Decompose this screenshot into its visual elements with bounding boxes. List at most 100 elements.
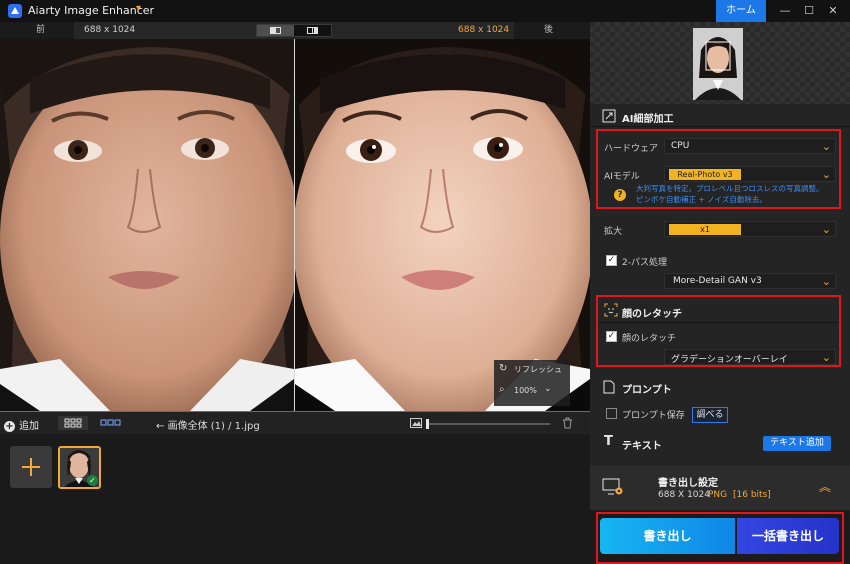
add-icon: +	[4, 421, 15, 432]
file-toolbar: + 追加 ← 画像全体 (1) / 1.jpg	[0, 411, 590, 434]
home-button[interactable]: ホーム	[716, 0, 766, 22]
list-view-button[interactable]	[96, 416, 126, 430]
ai-detail-icon	[602, 109, 616, 123]
chevron-down-icon: ⌄	[821, 140, 831, 153]
title-bar: Aiarty Image Enhancer ▾ ホーム — ☐ ✕	[0, 0, 850, 22]
refresh-label[interactable]: リフレッシュ	[514, 364, 562, 375]
export-format: PNG	[708, 490, 728, 500]
text-icon: T	[604, 434, 613, 449]
breadcrumb-file: 1.jpg	[234, 421, 260, 432]
hardware-label: ハードウェア	[604, 144, 659, 154]
maximize-icon[interactable]: ☐	[800, 2, 818, 20]
thumbnail-size-slider-handle[interactable]	[426, 419, 429, 429]
breadcrumb-root[interactable]: 画像全体 (1)	[168, 421, 225, 432]
chevron-down-icon: ⌄	[821, 275, 831, 288]
prompt-section-title: プロンプト	[622, 385, 672, 396]
two-pass-model-select[interactable]: More-Detail GAN v3 ⌄	[664, 273, 836, 289]
grid-view-button[interactable]	[58, 416, 88, 430]
add-image-button[interactable]: + 追加	[4, 417, 39, 432]
two-pass-checkbox[interactable]: ✓	[606, 255, 617, 266]
chevron-down-icon: ⌄	[821, 351, 831, 364]
list-view-icon	[100, 419, 121, 426]
export-actions: 書き出し 一括書き出し	[590, 510, 850, 564]
face-retouch-label: 顔のレタッチ	[622, 334, 677, 344]
two-pass-label: 2-パス処理	[622, 258, 667, 268]
face-retouch-checkbox[interactable]: ✓	[606, 331, 617, 342]
face-retouch-mode-select[interactable]: グラデーションオーバーレイ ⌄	[664, 349, 836, 365]
ai-model-pill: Real-Photo v3	[669, 169, 741, 180]
thumbnail-size-slider[interactable]	[426, 423, 550, 425]
scale-select[interactable]: x1 ⌄	[664, 221, 836, 237]
after-label: 後	[514, 22, 590, 39]
export-settings[interactable]: 書き出し設定 688 X 1024 PNG [16 bits] ︽	[590, 466, 850, 510]
single-view-button[interactable]	[257, 25, 294, 36]
section-divider	[590, 126, 850, 127]
face-retouch-mode-value: グラデーションオーバーレイ	[671, 355, 788, 365]
two-pass-model-value: More-Detail GAN v3	[673, 276, 762, 286]
image-preview[interactable]	[0, 39, 590, 411]
add-label: 追加	[19, 421, 39, 432]
hardware-value: CPU	[671, 141, 690, 151]
ai-section-title: AI細部加工	[622, 114, 674, 125]
face-section-title: 顔のレタッチ	[622, 309, 682, 320]
thumbnail-list: ✓	[0, 434, 590, 564]
collapse-chevrons-icon[interactable]: ︽	[819, 478, 831, 495]
ai-model-help-line2: ピンボケ自動補正 + ノイズ自動除去。	[636, 195, 767, 204]
export-settings-icon	[602, 478, 623, 495]
back-arrow-icon[interactable]: ←	[156, 421, 164, 432]
after-dimensions: 688 x 1024	[458, 25, 510, 35]
ai-model-value: Real-Photo v3	[677, 170, 733, 179]
zoom-icon[interactable]: ⌕	[499, 384, 505, 395]
prompt-save-label: プロンプト保存	[622, 411, 685, 421]
prompt-browse-button[interactable]: 調べる	[692, 407, 728, 423]
prompt-save-checkbox[interactable]	[606, 408, 617, 419]
preview-thumbnail	[693, 28, 743, 100]
scale-value: x1	[700, 225, 710, 234]
split-view-icon	[307, 27, 318, 34]
export-button[interactable]: 書き出し	[600, 518, 735, 554]
ai-model-select[interactable]: Real-Photo v3 ⌄	[664, 166, 836, 182]
ai-model-label: AIモデル	[604, 172, 640, 182]
breadcrumb: ← 画像全体 (1) / 1.jpg	[156, 417, 260, 432]
section-divider	[598, 322, 839, 323]
zoom-chevron-icon[interactable]: ⌄	[544, 384, 552, 394]
before-label: 前	[0, 22, 74, 39]
close-icon[interactable]: ✕	[824, 2, 842, 20]
export-dimensions: 688 X 1024	[658, 490, 710, 500]
minimize-icon[interactable]: —	[776, 2, 794, 20]
processed-check-icon: ✓	[87, 475, 98, 486]
face-detect-icon	[604, 303, 618, 317]
batch-export-button[interactable]: 一括書き出し	[737, 518, 839, 554]
help-icon[interactable]: ?	[614, 189, 626, 201]
trash-icon[interactable]	[562, 417, 573, 429]
export-bits: [16 bits]	[733, 490, 771, 500]
after-image	[295, 39, 590, 411]
add-text-button[interactable]: テキスト追加	[763, 436, 831, 451]
export-settings-title: 書き出し設定	[658, 478, 718, 489]
view-mode-toggle	[256, 24, 332, 37]
image-size-icon	[410, 418, 422, 428]
scale-label: 拡大	[604, 227, 623, 237]
document-icon	[603, 380, 615, 394]
hardware-select[interactable]: CPU ⌄	[664, 138, 836, 154]
before-dimensions: 688 x 1024	[84, 25, 136, 35]
app-menu-chevron-icon[interactable]: ▾	[136, 3, 141, 14]
compare-header: 前 688 x 1024 688 x 1024 後	[0, 22, 590, 39]
ai-model-help-line1: 大判写真を特定。プロレベル且つロスレスの写真調整。	[636, 184, 824, 193]
thumbnail-item[interactable]: ✓	[58, 446, 101, 489]
scale-pill: x1	[669, 224, 741, 235]
before-image	[0, 39, 294, 411]
settings-panel: AI細部加工 ハードウェア CPU ⌄ AIモデル Real-Photo v3 …	[590, 22, 850, 564]
app-logo-icon	[8, 4, 22, 18]
chevron-down-icon: ⌄	[821, 223, 831, 236]
grid-view-icon	[64, 418, 82, 428]
add-thumbnail-button[interactable]	[10, 446, 52, 488]
breadcrumb-separator: /	[228, 421, 232, 432]
refresh-icon[interactable]: ↻	[499, 363, 507, 374]
single-view-icon	[270, 27, 281, 34]
preview-overlay-controls: ↻ リフレッシュ ⌕ 100% ⌄	[494, 360, 570, 406]
chevron-down-icon: ⌄	[821, 168, 831, 181]
text-section-title: テキスト	[622, 441, 662, 452]
split-view-button[interactable]	[294, 25, 331, 36]
zoom-value[interactable]: 100%	[514, 386, 537, 395]
